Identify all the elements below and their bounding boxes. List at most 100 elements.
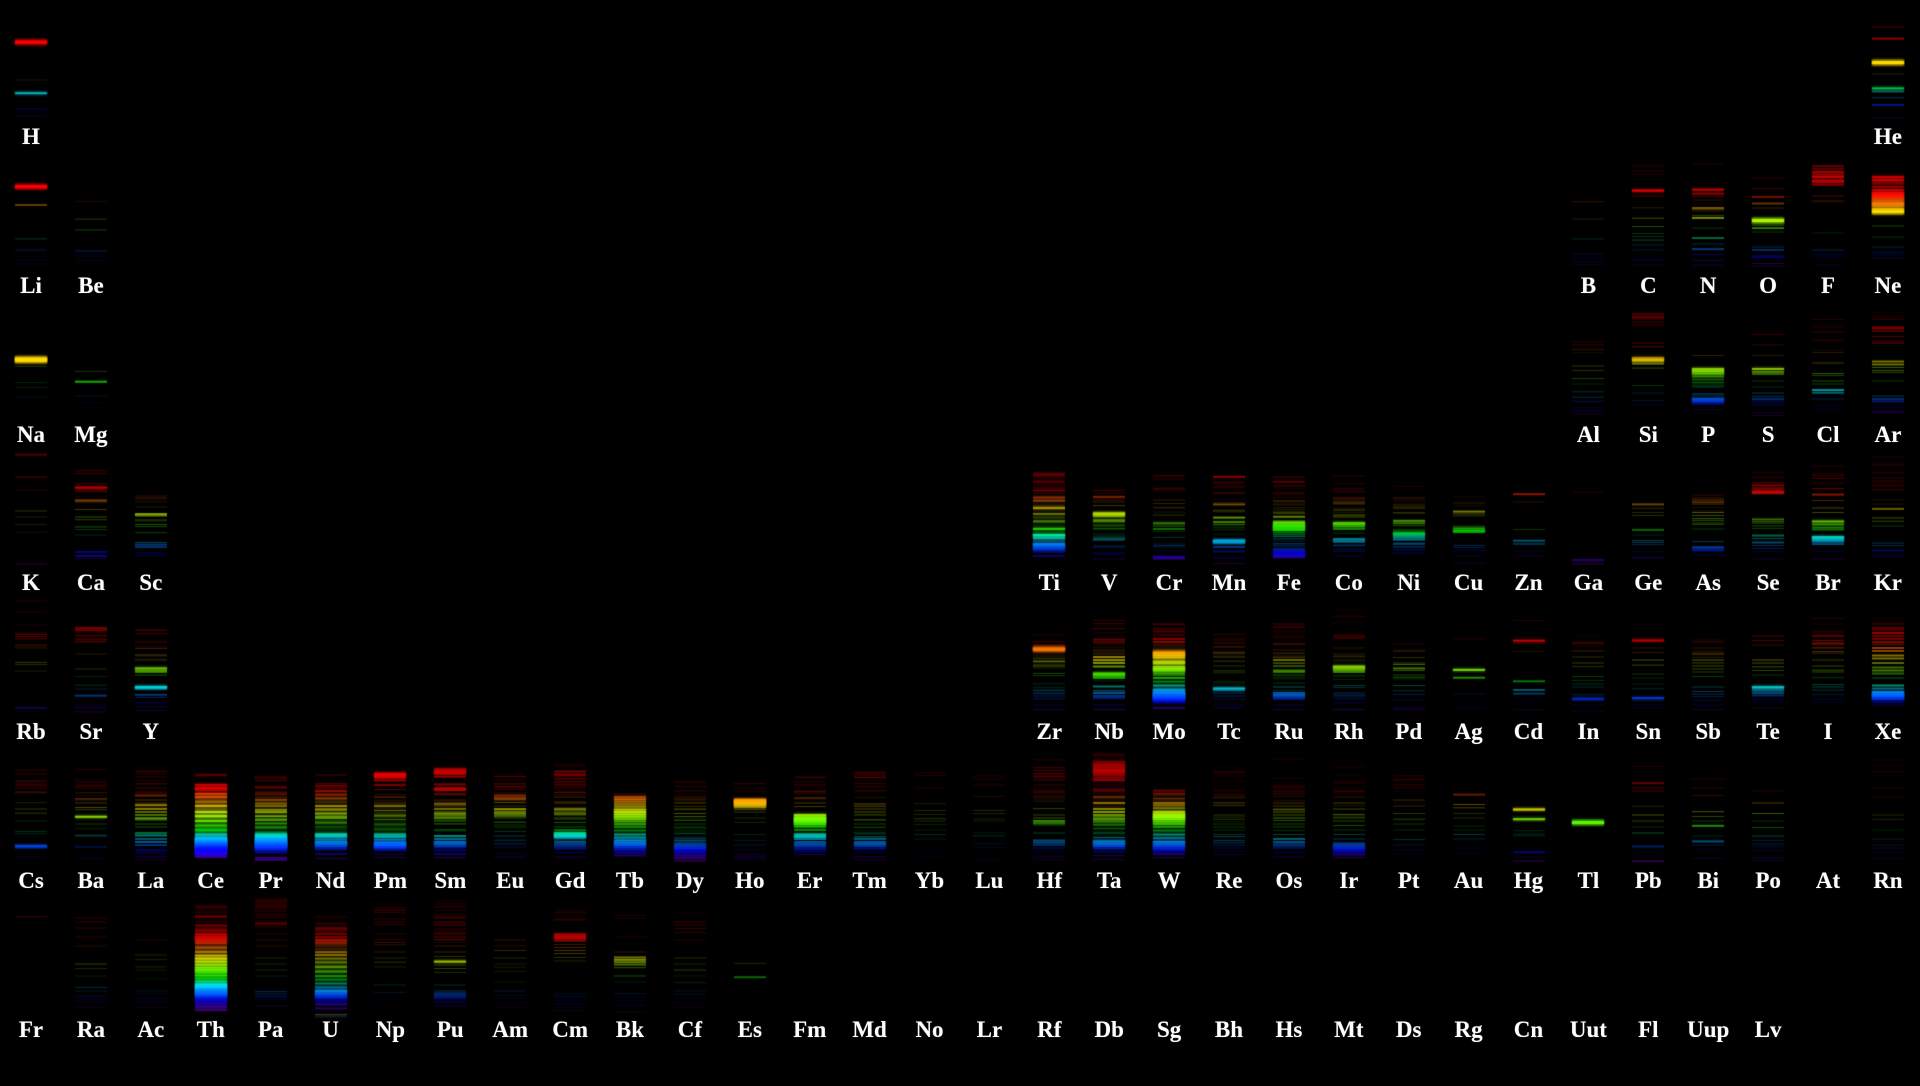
element-symbol-hs: Hs (1258, 1015, 1320, 1045)
emission-spectrum-rh (1332, 600, 1366, 722)
element-cell-tl: Tl (1557, 749, 1619, 899)
element-symbol-pd: Pd (1378, 717, 1440, 747)
emission-spectrum-hs (1272, 898, 1306, 1020)
element-cell-lu: Lu (958, 749, 1020, 899)
element-cell-nb: Nb (1078, 600, 1140, 750)
emission-spectrum-bk (613, 898, 647, 1020)
element-symbol-n: N (1677, 271, 1739, 301)
emission-spectrum-fl (1631, 898, 1665, 1020)
element-symbol-tm: Tm (839, 866, 901, 896)
element-cell-ir: Ir (1318, 749, 1380, 899)
emission-spectrum-xe (1871, 600, 1905, 722)
element-symbol-ne: Ne (1857, 271, 1919, 301)
emission-spectrum-mg (74, 303, 108, 425)
emission-spectrum-es (733, 898, 767, 1020)
element-symbol-as: As (1677, 568, 1739, 598)
element-cell-cu: Cu (1438, 451, 1500, 601)
element-symbol-sc: Sc (120, 568, 182, 598)
element-symbol-es: Es (719, 1015, 781, 1045)
emission-spectrum-os (1272, 749, 1306, 871)
emission-spectrum-np (373, 898, 407, 1020)
element-symbol-v: V (1078, 568, 1140, 598)
element-symbol-cm: Cm (539, 1015, 601, 1045)
element-cell-yb: Yb (899, 749, 961, 899)
element-cell-np: Np (359, 898, 421, 1048)
emission-spectrum-rf (1032, 898, 1066, 1020)
element-cell-sn: Sn (1617, 600, 1679, 750)
element-symbol-c: C (1617, 271, 1679, 301)
element-cell-ne: Ne (1857, 154, 1919, 304)
element-cell-uut: Uut (1557, 898, 1619, 1048)
element-cell-er: Er (779, 749, 841, 899)
element-symbol-pa: Pa (240, 1015, 302, 1045)
element-symbol-br: Br (1797, 568, 1859, 598)
emission-spectrum-mt (1332, 898, 1366, 1020)
element-cell-f: F (1797, 154, 1859, 304)
element-symbol-fm: Fm (779, 1015, 841, 1045)
emission-spectrum-si (1631, 303, 1665, 425)
element-symbol-u: U (300, 1015, 362, 1045)
emission-spectrum-tc (1212, 600, 1246, 722)
emission-spectrum-y (134, 600, 168, 722)
element-symbol-mg: Mg (60, 420, 122, 450)
element-cell-zr: Zr (1018, 600, 1080, 750)
emission-spectrum-ta (1092, 749, 1126, 871)
element-cell-sc: Sc (120, 451, 182, 601)
element-symbol-sr: Sr (60, 717, 122, 747)
emission-spectrum-th (194, 898, 228, 1020)
emission-spectrum-po (1751, 749, 1785, 871)
emission-spectrum-ce (194, 749, 228, 871)
emission-spectrum-zn (1512, 451, 1546, 573)
emission-spectrum-sr (74, 600, 108, 722)
element-cell-hs: Hs (1258, 898, 1320, 1048)
element-symbol-tc: Tc (1198, 717, 1260, 747)
element-symbol-he: He (1857, 122, 1919, 152)
element-cell-dy: Dy (659, 749, 721, 899)
element-symbol-ca: Ca (60, 568, 122, 598)
element-cell-gd: Gd (539, 749, 601, 899)
emission-spectrum-be (74, 154, 108, 276)
emission-spectrum-lu (972, 749, 1006, 871)
element-cell-al: Al (1557, 303, 1619, 453)
element-symbol-ru: Ru (1258, 717, 1320, 747)
emission-spectrum-sb (1691, 600, 1725, 722)
emission-spectrum-ag (1452, 600, 1486, 722)
element-symbol-fl: Fl (1617, 1015, 1679, 1045)
element-symbol-mt: Mt (1318, 1015, 1380, 1045)
emission-spectrum-pu (433, 898, 467, 1020)
element-cell-be: Be (60, 154, 122, 304)
element-symbol-f: F (1797, 271, 1859, 301)
emission-spectrum-cn (1512, 898, 1546, 1020)
emission-spectrum-li (14, 154, 48, 276)
element-cell-hg: Hg (1498, 749, 1560, 899)
emission-spectrum-cm (553, 898, 587, 1020)
element-symbol-pm: Pm (359, 866, 421, 896)
element-cell-pt: Pt (1378, 749, 1440, 899)
emission-spectrum-kr (1871, 451, 1905, 573)
element-symbol-cn: Cn (1498, 1015, 1560, 1045)
emission-spectrum-bh (1212, 898, 1246, 1020)
element-symbol-yb: Yb (899, 866, 961, 896)
element-cell-rg: Rg (1438, 898, 1500, 1048)
emission-spectrum-am (493, 898, 527, 1020)
element-symbol-db: Db (1078, 1015, 1140, 1045)
element-cell-lr: Lr (958, 898, 1020, 1048)
emission-spectrum-na (14, 303, 48, 425)
element-symbol-in: In (1557, 717, 1619, 747)
element-cell-re: Re (1198, 749, 1260, 899)
element-symbol-ar: Ar (1857, 420, 1919, 450)
element-symbol-uut: Uut (1557, 1015, 1619, 1045)
emission-spectrum-ge (1631, 451, 1665, 573)
emission-spectrum-fr (14, 898, 48, 1020)
element-symbol-cs: Cs (0, 866, 62, 896)
element-cell-fe: Fe (1258, 451, 1320, 601)
element-symbol-sn: Sn (1617, 717, 1679, 747)
element-symbol-uup: Uup (1677, 1015, 1739, 1045)
emission-spectrum-ba (74, 749, 108, 871)
emission-spectrum-ir (1332, 749, 1366, 871)
emission-spectrum-bi (1691, 749, 1725, 871)
element-symbol-md: Md (839, 1015, 901, 1045)
emission-spectrum-f (1811, 154, 1845, 276)
emission-spectrum-no (913, 898, 947, 1020)
element-cell-bi: Bi (1677, 749, 1739, 899)
